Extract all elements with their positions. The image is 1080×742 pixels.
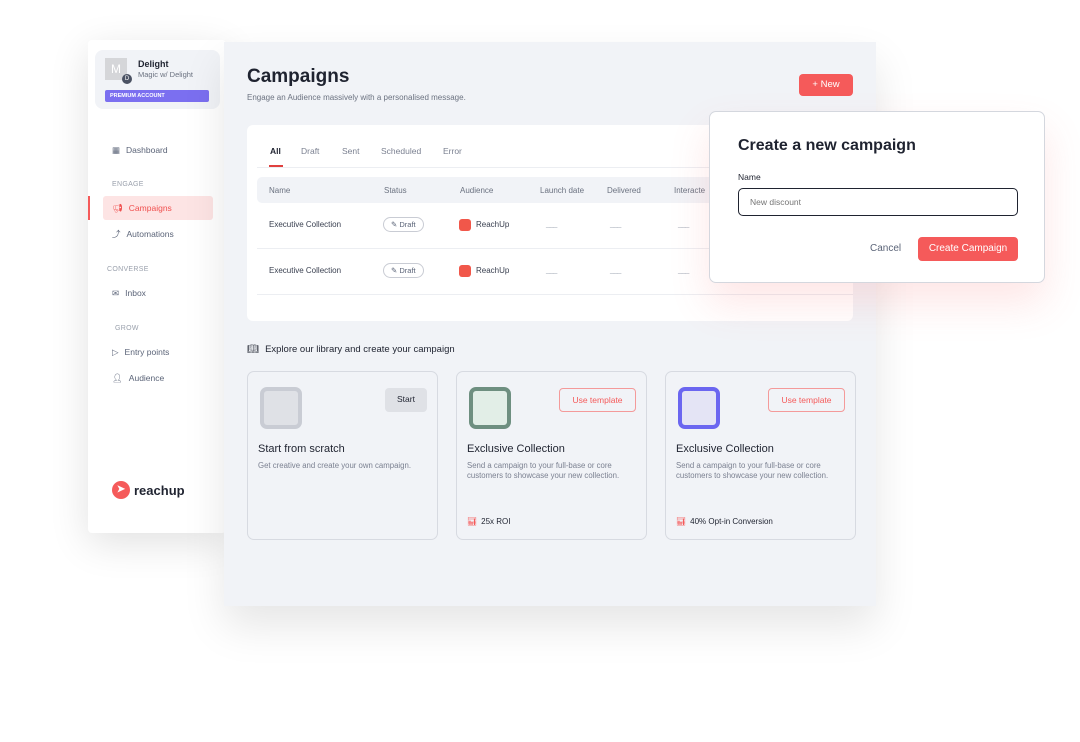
col-status[interactable]: Status	[384, 186, 407, 195]
library-card-template[interactable]: Use template Exclusive Collection Send a…	[665, 371, 856, 540]
card-title: Exclusive Collection	[467, 443, 565, 455]
sidebar: M D Delight Magic w/ Delight PREMIUM ACC…	[88, 40, 226, 533]
stat-text: 25x ROI	[481, 517, 511, 526]
stat-text: 40% Opt-in Conversion	[690, 517, 773, 526]
megaphone-icon: 📢︎	[112, 202, 123, 213]
sidebar-item-inbox[interactable]: ✉ Inbox	[103, 281, 213, 305]
modal-title: Create a new campaign	[738, 137, 916, 154]
phone-thumbnail-icon	[678, 387, 720, 429]
col-delivered[interactable]: Delivered	[607, 186, 641, 195]
profile-name: Delight	[138, 59, 169, 69]
create-campaign-button[interactable]: Create Campaign	[918, 237, 1018, 261]
row-interacted: ___	[678, 219, 689, 228]
library-title: Explore our library and create your camp…	[265, 344, 455, 355]
library-heading: 📖︎ Explore our library and create your ca…	[247, 344, 455, 355]
row-name: Executive Collection	[269, 220, 342, 229]
use-template-button[interactable]: Use template	[768, 388, 845, 412]
col-audience[interactable]: Audience	[460, 186, 493, 195]
book-icon: 📖︎	[247, 344, 260, 355]
audience-icon	[459, 219, 471, 231]
library-card-scratch[interactable]: Start Start from scratch Get creative an…	[247, 371, 438, 540]
audience-icon: 👤︎	[112, 372, 123, 383]
audience-icon	[459, 265, 471, 277]
sidebar-item-label: Dashboard	[126, 145, 168, 155]
sidebar-item-dashboard[interactable]: ▦ Dashboard	[103, 138, 213, 162]
logo-icon: ➤	[112, 481, 130, 499]
tab-draft[interactable]: Draft	[301, 146, 319, 156]
sidebar-item-label: Audience	[128, 373, 165, 383]
row-launch: ___	[546, 219, 557, 228]
status-text: Draft	[399, 266, 416, 275]
sidebar-item-label: Inbox	[125, 288, 146, 298]
col-name[interactable]: Name	[269, 186, 290, 195]
sidebar-item-label: Automations	[126, 229, 174, 239]
col-interacted[interactable]: Interacte	[674, 186, 705, 195]
row-launch: ___	[546, 265, 557, 274]
inbox-icon: ✉	[112, 287, 120, 298]
megaphone-thumbnail-icon	[260, 387, 302, 429]
cancel-button[interactable]: Cancel	[870, 243, 901, 254]
new-label: New	[820, 79, 840, 90]
status-badge: ✎ Draft	[383, 263, 424, 278]
create-campaign-modal: Create a new campaign Name Cancel Create…	[709, 111, 1045, 283]
card-description: Send a campaign to your full-base or cor…	[467, 461, 620, 480]
row-audience: ReachUp	[476, 220, 510, 229]
status-text: Draft	[399, 220, 416, 229]
row-delivered: ___	[610, 265, 621, 274]
campaign-name-input[interactable]	[738, 188, 1018, 216]
automation-icon: ⤴	[112, 229, 121, 239]
row-delivered: ___	[610, 219, 621, 228]
shopping-bag-thumbnail-icon	[469, 387, 511, 429]
bar-chart-icon: 📊︎	[676, 517, 687, 526]
use-template-button[interactable]: Use template	[559, 388, 636, 412]
name-label: Name	[738, 172, 761, 182]
sidebar-item-automations[interactable]: ⤴ Automations	[103, 222, 213, 246]
library-card-template[interactable]: Use template Exclusive Collection Send a…	[456, 371, 647, 540]
card-description: Get creative and create your own campaig…	[258, 461, 411, 470]
section-grow: GROW	[115, 325, 139, 332]
status-badge: ✎ Draft	[383, 217, 424, 232]
profile-card[interactable]: M D Delight Magic w/ Delight PREMIUM ACC…	[95, 50, 220, 109]
card-title: Start from scratch	[258, 443, 345, 455]
dashboard-icon: ▦	[112, 144, 121, 155]
start-button[interactable]: Start	[385, 388, 427, 412]
entry-icon: ▷	[112, 346, 119, 357]
avatar-badge: D	[122, 74, 132, 84]
card-stat: 📊︎ 40% Opt-in Conversion	[676, 517, 773, 526]
section-engage: ENGAGE	[112, 181, 144, 188]
sidebar-item-audience[interactable]: 👤︎ Audience	[103, 366, 213, 390]
tab-all[interactable]: All	[270, 146, 281, 156]
profile-subtitle: Magic w/ Delight	[138, 70, 194, 79]
sidebar-item-campaigns[interactable]: 📢︎ Campaigns	[103, 196, 213, 220]
section-converse: CONVERSE	[107, 266, 149, 273]
logo-text: reachup	[134, 482, 185, 498]
page-subtitle: Engage an Audience massively with a pers…	[247, 93, 466, 102]
row-audience: ReachUp	[476, 266, 510, 275]
card-stat: 📊︎ 25x ROI	[467, 517, 511, 526]
tab-scheduled[interactable]: Scheduled	[381, 146, 421, 156]
row-interacted: ___	[678, 265, 689, 274]
reachup-logo: ➤ reachup	[112, 481, 185, 499]
sidebar-item-label: Campaigns	[128, 203, 172, 213]
row-name: Executive Collection	[269, 266, 342, 275]
premium-badge: PREMIUM ACCOUNT	[105, 90, 209, 102]
page-title: Campaigns	[247, 66, 350, 87]
new-campaign-button[interactable]: + New	[799, 74, 853, 96]
col-launch-date[interactable]: Launch date	[540, 186, 584, 195]
card-title: Exclusive Collection	[676, 443, 774, 455]
bar-chart-icon: 📊︎	[467, 517, 478, 526]
sidebar-item-entry-points[interactable]: ▷ Entry points	[103, 340, 213, 364]
card-description: Send a campaign to your full-base or cor…	[676, 461, 829, 480]
tab-error[interactable]: Error	[443, 146, 462, 156]
active-indicator	[88, 196, 90, 220]
sidebar-item-label: Entry points	[124, 347, 170, 357]
tab-sent[interactable]: Sent	[342, 146, 360, 156]
